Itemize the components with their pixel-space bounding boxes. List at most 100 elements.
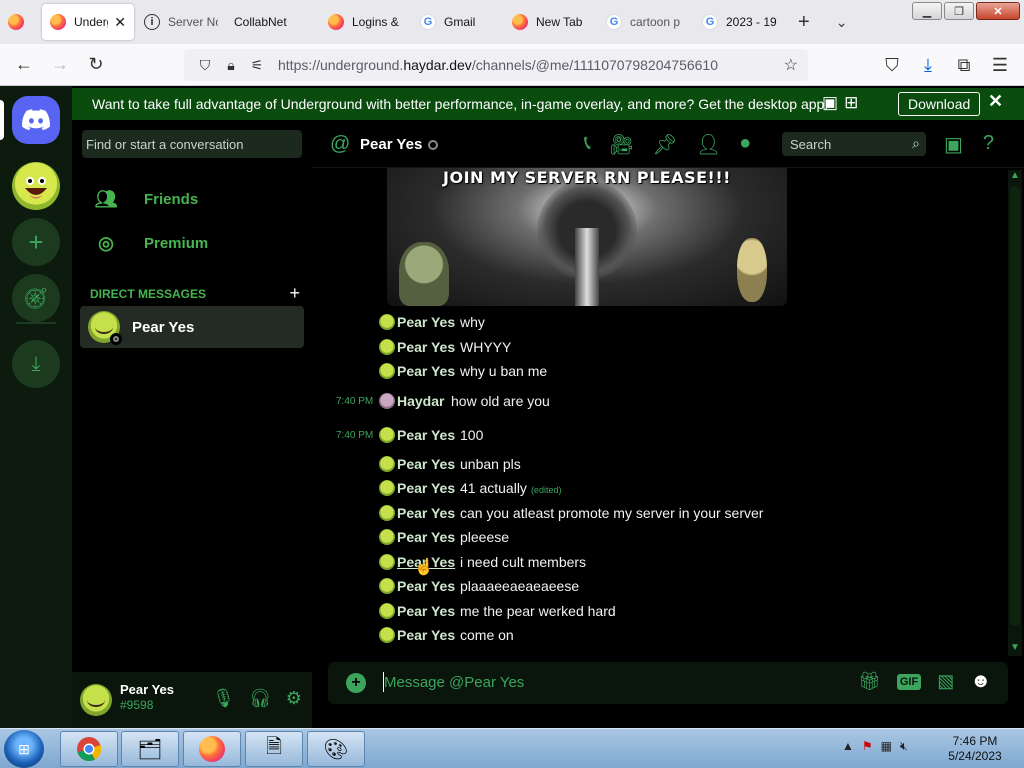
message-author[interactable]: Pear Yes (397, 480, 455, 496)
downloads-icon[interactable]: ⤓ (910, 49, 946, 81)
find-conversation-input[interactable]: Find or start a conversation (82, 130, 302, 158)
start-button[interactable]: ⊞ (4, 730, 44, 768)
firefox-taskbar-icon[interactable] (183, 731, 241, 767)
message-row[interactable]: Pear Yes pleeese (312, 526, 1002, 550)
user-profile-icon[interactable]: ● (739, 132, 751, 157)
message-row[interactable]: Pear Yes me the pear werked hard (312, 600, 1002, 624)
dm-item-pear-yes[interactable]: Pear Yes (80, 306, 304, 348)
message-avatar[interactable] (379, 627, 395, 643)
message-author[interactable]: Pear Yes (397, 427, 455, 443)
gift-icon[interactable]: 🎁︎ (858, 671, 881, 692)
message-author[interactable]: Pear Yes (397, 456, 455, 472)
browser-tab-active[interactable]: Undergrou ✕ (42, 4, 134, 40)
browser-tab[interactable]: i Server No (136, 0, 226, 44)
message-author[interactable]: Pear Yes (397, 314, 455, 330)
help-icon[interactable]: ? (983, 132, 994, 157)
user-avatar[interactable] (80, 684, 112, 716)
message-avatar[interactable] (379, 529, 395, 545)
action-center-flag-icon[interactable]: ⚑ (862, 739, 873, 754)
menu-icon[interactable]: ☰ (982, 49, 1018, 81)
home-button[interactable] (12, 96, 60, 144)
volume-muted-icon[interactable]: 🔇︎ (900, 739, 908, 754)
scroll-thumb[interactable] (1010, 186, 1020, 626)
message-input[interactable]: Message @Pear Yes (384, 674, 524, 691)
message-row[interactable]: Pear Yes why u ban me (312, 360, 1002, 384)
message-avatar[interactable] (379, 392, 395, 409)
message-author[interactable]: Pear Yes (397, 529, 455, 545)
notepad-taskbar-icon[interactable]: 🗎 (245, 731, 303, 767)
file-explorer-taskbar-icon[interactable]: 🗂︎ (121, 731, 179, 767)
message-row[interactable]: 7:40 PM Haydar how old are you (312, 390, 1002, 414)
message-author[interactable]: Pear Yes (397, 578, 455, 594)
message-row[interactable]: Pear Yes why (312, 311, 1002, 335)
download-apps-icon[interactable]: ⤓ (12, 340, 60, 388)
server-icon-pear[interactable] (12, 162, 60, 210)
message-avatar[interactable] (379, 455, 395, 472)
url-bar[interactable]: ⛉ 🔒︎ ⚟ https://underground. haydar.dev/ch… (184, 49, 808, 81)
message-avatar[interactable] (379, 363, 395, 379)
browser-tab[interactable]: G Gmail (412, 0, 504, 44)
minimize-icon[interactable]: ▁ (912, 2, 942, 20)
add-friend-icon[interactable]: 👤︎ (696, 132, 721, 157)
message-image-attachment[interactable]: JOIN MY SERVER RN PLEASE!!! (387, 168, 787, 306)
voice-call-icon[interactable]: 📞︎ (584, 132, 591, 157)
scroll-up-icon[interactable]: ▲ (1008, 170, 1022, 184)
video-call-icon[interactable]: 🎥︎ (609, 132, 634, 157)
explore-compass-icon[interactable]: 🧭︎ (12, 274, 60, 322)
browser-tab[interactable]: G cartoon p (598, 0, 694, 44)
extensions-icon[interactable]: ⧉ (946, 49, 982, 81)
sidebar-item-friends[interactable]: 👥︎ Friends (80, 178, 304, 220)
forward-icon[interactable]: → (42, 49, 78, 81)
lock-icon[interactable]: 🔒︎ (218, 57, 244, 74)
search-input[interactable]: Search ⌕ (782, 132, 926, 156)
message-row[interactable]: 7:40 PM Pear Yes 100 (312, 424, 1002, 448)
maximize-icon[interactable]: ❐ (944, 2, 974, 20)
message-author[interactable]: Pear Yes (397, 603, 455, 619)
message-avatar[interactable] (379, 338, 395, 355)
message-avatar[interactable] (379, 578, 395, 594)
pocket-icon[interactable]: ⛉ (874, 49, 910, 81)
sticker-icon[interactable]: ▧ (937, 671, 954, 692)
shield-icon[interactable]: ⛉ (192, 57, 218, 74)
paint-taskbar-icon[interactable]: 🎨︎ (307, 731, 365, 767)
add-attachment-icon[interactable]: + (346, 673, 366, 693)
create-dm-icon[interactable]: + (289, 283, 300, 304)
message-avatar[interactable] (379, 426, 395, 443)
message-row[interactable]: Pear Yes 41 actually (edited) (312, 477, 1002, 501)
list-tabs-chevron-icon[interactable]: ⌄ (836, 14, 848, 31)
message-author[interactable]: Pear Yes (397, 339, 455, 355)
mute-mic-icon[interactable]: 🎙︎ (212, 688, 235, 709)
taskbar-clock[interactable]: 7:46 PM 5/24/2023 (940, 734, 1010, 764)
inbox-icon[interactable]: ▣ (944, 132, 963, 157)
chrome-taskbar-icon[interactable] (60, 731, 118, 767)
back-icon[interactable]: ← (6, 49, 42, 81)
reload-icon[interactable]: ↻ (78, 49, 114, 81)
message-row[interactable]: Pear Yes come on (312, 624, 1002, 648)
close-banner-icon[interactable]: ✕ (988, 91, 1003, 112)
bookmark-star-icon[interactable]: ☆ (784, 55, 798, 75)
message-author[interactable]: Pear Yes (397, 363, 455, 379)
network-icon[interactable]: ▦ (881, 739, 892, 754)
message-avatar[interactable] (379, 480, 395, 496)
message-composer[interactable]: + Message @Pear Yes 🎁︎ GIF ▧ ☻ (328, 662, 1008, 704)
message-author[interactable]: Pear Yes (397, 505, 455, 521)
close-tab-icon[interactable]: ✕ (108, 14, 126, 31)
add-server-icon[interactable]: + (12, 218, 60, 266)
browser-tab[interactable]: New Tab (504, 0, 598, 44)
message-author[interactable]: Pear Yes (397, 627, 455, 643)
close-window-icon[interactable]: ✕ (976, 2, 1020, 20)
scroll-down-icon[interactable]: ▼ (1008, 642, 1022, 656)
browser-tab[interactable]: G 2023 - 19 (694, 0, 788, 44)
permissions-icon[interactable]: ⚟ (244, 57, 270, 74)
message-row[interactable]: Pear Yes plaaaeeaeaeaeese (312, 575, 1002, 599)
gif-button[interactable]: GIF (896, 673, 922, 690)
message-avatar[interactable] (379, 314, 395, 330)
download-button[interactable]: Download (898, 92, 981, 116)
message-row[interactable]: Pear Yes can you atleast promote my serve… (312, 502, 1002, 526)
message-avatar[interactable] (379, 602, 395, 619)
browser-tab[interactable]: CollabNet (226, 0, 320, 44)
browser-tab-firefox-view[interactable] (0, 0, 40, 44)
message-row[interactable]: Pear Yes unban pls (312, 453, 1002, 477)
pin-icon[interactable]: 📌︎ (652, 132, 677, 157)
message-scrollbar[interactable]: ▲ ▼ (1008, 170, 1022, 656)
